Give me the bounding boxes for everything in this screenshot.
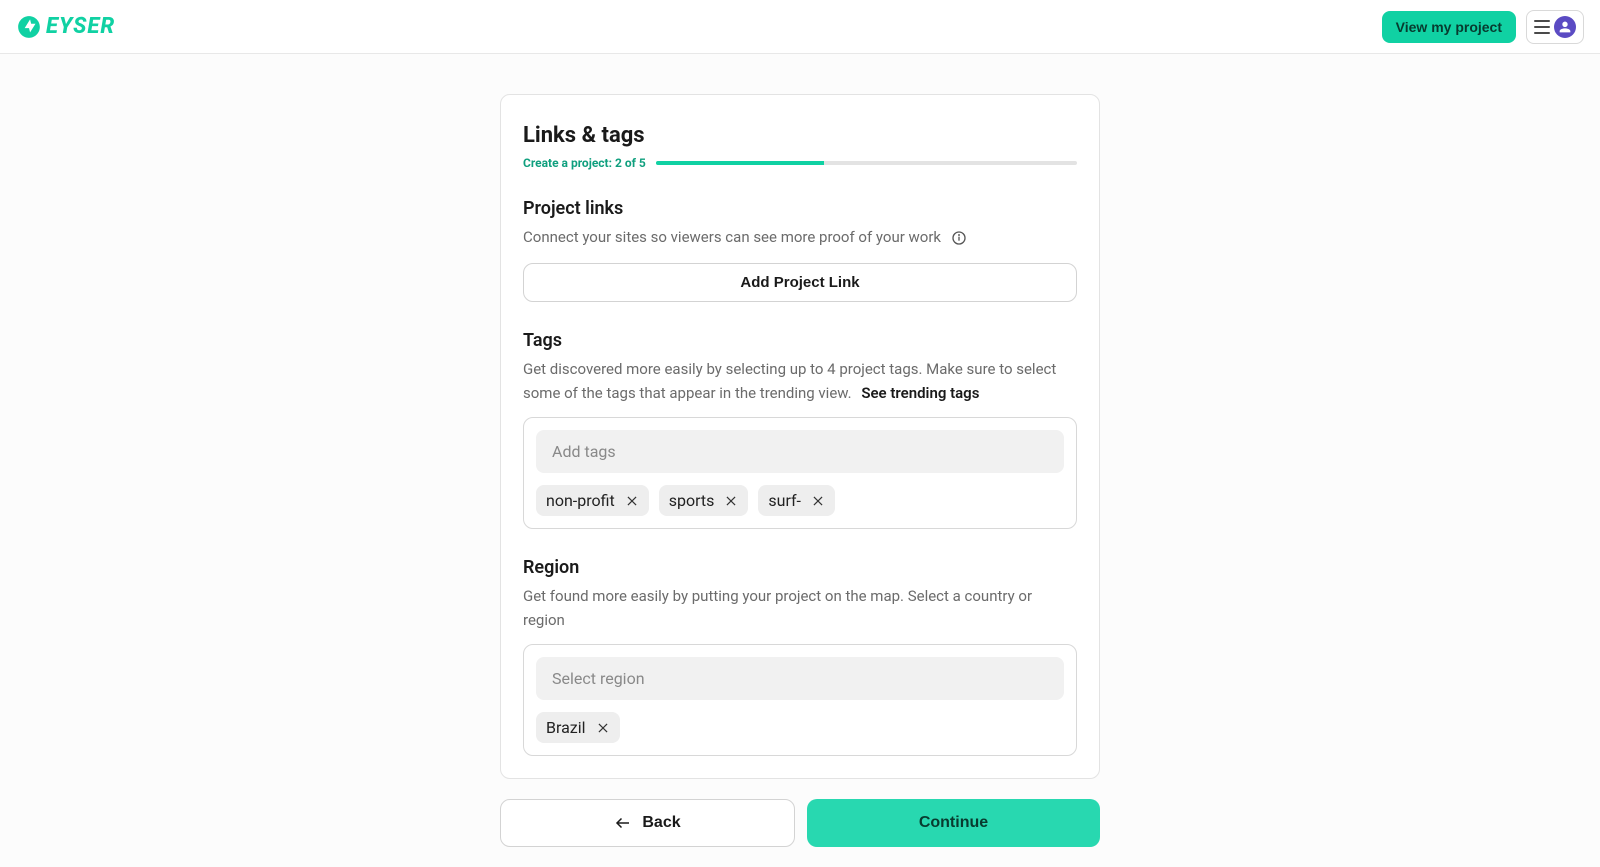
page-title: Links & tags [523,123,1077,148]
info-icon[interactable] [951,230,967,246]
avatar [1554,16,1576,38]
select-region-input[interactable]: Select region [536,657,1064,700]
see-trending-tags-link[interactable]: See trending tags [861,384,979,402]
user-icon [1557,19,1573,35]
arrow-left-icon [614,814,632,832]
close-icon[interactable] [724,494,738,508]
brand-text: EYSER [46,14,115,39]
close-icon[interactable] [625,494,639,508]
tags-chips: non-profit sports surf- [536,485,1064,516]
tag-label: non-profit [546,491,615,510]
tag-chip: surf- [758,485,835,516]
progress-row: Create a project: 2 of 5 [523,156,1077,170]
header: EYSER View my project [0,0,1600,54]
profile-menu-button[interactable] [1526,10,1584,44]
view-project-button[interactable]: View my project [1382,11,1516,43]
tag-label: sports [669,491,715,510]
section-heading-region: Region [523,557,1077,578]
close-icon[interactable] [811,494,825,508]
region-label: Brazil [546,718,586,737]
section-desc-region: Get found more easily by putting your pr… [523,584,1077,632]
region-chips: Brazil [536,712,1064,743]
tag-label: surf- [768,491,801,510]
hamburger-icon [1534,20,1550,34]
tag-chip: sports [659,485,749,516]
add-project-link-button[interactable]: Add Project Link [523,263,1077,302]
footer-actions: Back Continue [500,799,1100,847]
section-project-links: Project links Connect your sites so view… [523,198,1077,302]
form-card: Links & tags Create a project: 2 of 5 Pr… [500,94,1100,779]
section-desc-links: Connect your sites so viewers can see mo… [523,225,1077,249]
progress-bar [656,161,1077,165]
region-chip: Brazil [536,712,620,743]
progress-label: Create a project: 2 of 5 [523,156,646,170]
brand-logo[interactable]: EYSER [16,14,115,40]
bolt-icon [16,14,42,40]
section-tags: Tags Get discovered more easily by selec… [523,330,1077,529]
header-actions: View my project [1382,10,1584,44]
region-field: Select region Brazil [523,644,1077,756]
continue-button[interactable]: Continue [807,799,1100,847]
section-heading-tags: Tags [523,330,1077,351]
section-heading-links: Project links [523,198,1077,219]
add-tags-input[interactable]: Add tags [536,430,1064,473]
close-icon[interactable] [596,721,610,735]
tag-chip: non-profit [536,485,649,516]
tags-field: Add tags non-profit sports surf- [523,417,1077,529]
main-content: Links & tags Create a project: 2 of 5 Pr… [0,54,1600,847]
section-desc-tags: Get discovered more easily by selecting … [523,357,1077,405]
progress-fill [656,161,824,165]
section-region: Region Get found more easily by putting … [523,557,1077,756]
back-button[interactable]: Back [500,799,795,847]
